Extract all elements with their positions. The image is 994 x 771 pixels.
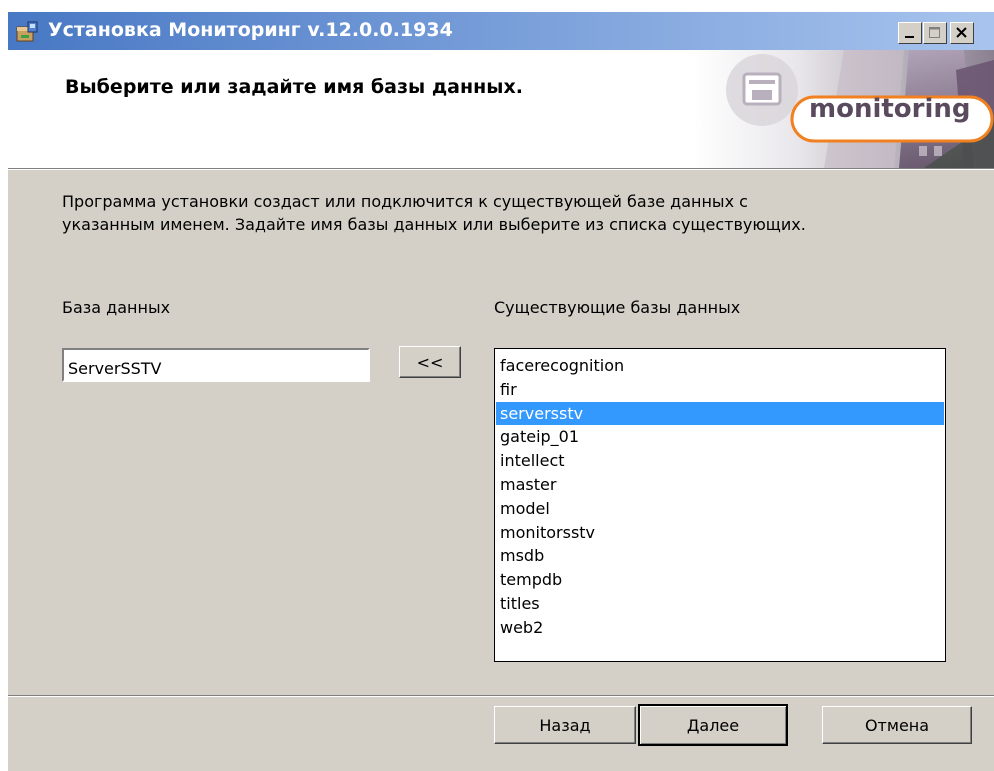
window-title: Установка Мониторинг v.12.0.0.1934 [48,19,453,41]
minimize-button[interactable] [898,22,922,44]
database-list-item[interactable]: facerecognition [496,354,944,378]
next-button[interactable]: Далее [638,704,788,746]
description-text: Программа установки создаст или подключи… [62,190,982,236]
minimize-icon [905,36,914,38]
existing-databases-label: Существующие базы данных [494,298,741,317]
page-title: Выберите или задайте имя базы данных. [65,76,523,98]
database-list-item[interactable]: serversstv [496,401,944,426]
header-divider [8,168,994,170]
back-button[interactable]: Назад [494,706,636,744]
database-list-item[interactable]: monitorsstv [496,521,944,545]
database-list-item[interactable]: model [496,497,944,521]
database-label: База данных [62,298,171,317]
database-list-item[interactable]: web2 [496,616,944,640]
footer-divider [8,695,994,697]
wizard-header: Выберите или задайте имя базы данных. mo… [8,50,994,168]
database-list-item[interactable]: intellect [496,449,944,473]
brand-text: monitoring [809,94,971,124]
maximize-button[interactable] [923,22,947,44]
database-list-item[interactable]: master [496,473,944,497]
description-line: указанным именем. Задайте имя базы данны… [62,215,806,234]
close-icon [956,27,967,38]
maximize-icon [929,27,940,38]
select-database-button[interactable]: << [399,346,461,378]
title-bar[interactable]: Установка Мониторинг v.12.0.0.1934 [8,12,994,50]
database-name-input[interactable] [62,348,370,382]
cancel-button[interactable]: Отмена [822,706,972,744]
database-list-item[interactable]: gateip_01 [496,425,944,449]
installer-window: Установка Мониторинг v.12.0.0.1934 Выбер… [8,12,994,771]
database-list-item[interactable]: titles [496,592,944,616]
database-list-item[interactable]: msdb [496,544,944,568]
existing-databases-list[interactable]: facerecognition fir serversstv gateip_01 int… [494,348,946,662]
close-button[interactable] [950,22,974,44]
description-line: Программа установки создаст или подключи… [62,192,748,211]
database-list-item[interactable]: fir [496,378,944,402]
installer-icon [16,21,38,42]
database-list-item[interactable]: tempdb [496,568,944,592]
